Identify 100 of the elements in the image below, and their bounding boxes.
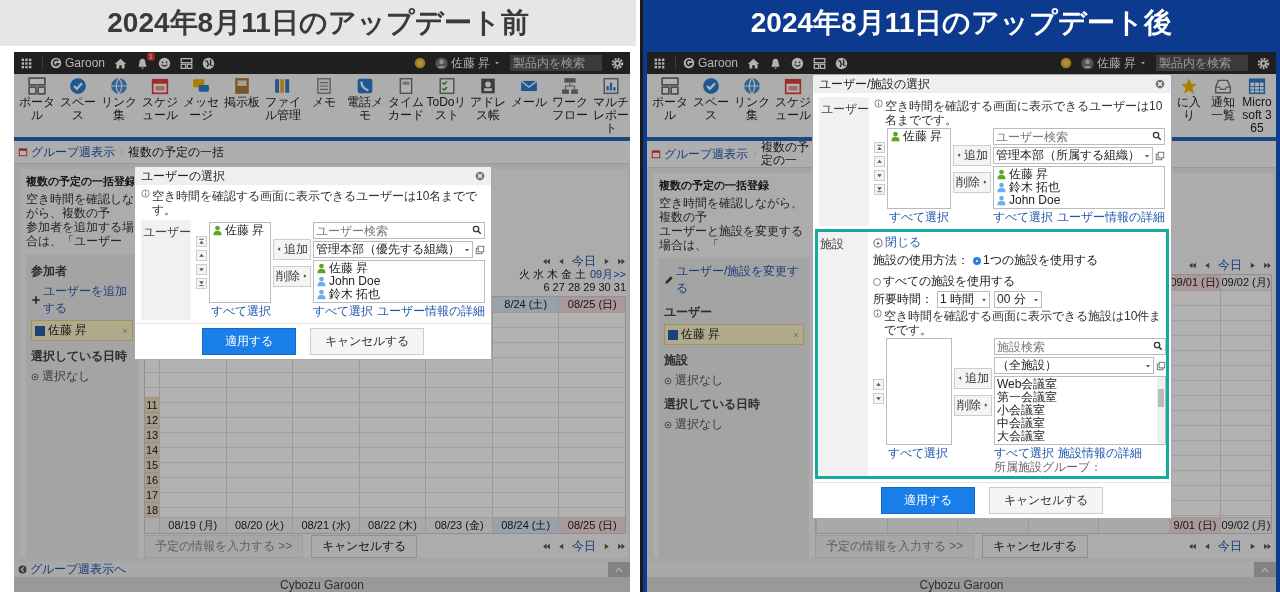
home-icon[interactable]: [114, 56, 128, 70]
select-all-link[interactable]: すべて選択: [211, 304, 271, 318]
globe-icon[interactable]: [835, 56, 849, 70]
list-item[interactable]: 第一会議室: [997, 391, 1155, 404]
app-link[interactable]: ワークフロー: [549, 77, 590, 122]
home-icon[interactable]: [747, 56, 761, 70]
app-link[interactable]: マルチレポート: [590, 77, 630, 135]
app-link[interactable]: スペース: [690, 77, 731, 122]
app-grid-icon[interactable]: [20, 56, 33, 70]
app-grid-icon[interactable]: [653, 56, 666, 70]
logo-link[interactable]: Garoon: [42, 56, 106, 70]
today-link[interactable]: 今日: [572, 537, 596, 555]
settings-icon[interactable]: [611, 56, 624, 70]
select-all-link[interactable]: すべて選択: [888, 446, 948, 460]
group-dropdown[interactable]: 管理本部（優先する組織）: [313, 241, 473, 258]
app-link[interactable]: スケジュール: [139, 77, 180, 122]
group-dropdown[interactable]: （全施設）: [994, 357, 1154, 374]
close-icon[interactable]: [475, 171, 485, 181]
list-item[interactable]: 大会議室: [997, 430, 1155, 443]
move-up-button[interactable]: [196, 250, 207, 261]
search-icon[interactable]: [1152, 131, 1162, 141]
list-item[interactable]: 佐藤 昇: [316, 262, 474, 275]
select-all-link[interactable]: すべて選択: [993, 210, 1053, 224]
collapse-link[interactable]: 閉じる: [873, 234, 1166, 251]
today-link[interactable]: 今日: [572, 252, 596, 270]
list-item[interactable]: 佐藤 昇: [890, 130, 948, 143]
app-link[interactable]: ToDoリスト: [426, 77, 467, 122]
app-link[interactable]: ポータル: [649, 77, 690, 122]
app-link[interactable]: メモ: [303, 77, 344, 109]
radio-button[interactable]: [973, 256, 981, 265]
search-field[interactable]: ユーザー検索: [993, 128, 1165, 145]
next-icon[interactable]: [602, 256, 611, 266]
globe-icon[interactable]: [202, 56, 216, 70]
search-icon[interactable]: [472, 225, 482, 235]
smiley-icon[interactable]: [791, 56, 805, 70]
coin-icon[interactable]: [1059, 57, 1072, 69]
app-link[interactable]: ポータル: [16, 77, 57, 122]
last-page-icon[interactable]: [617, 256, 626, 266]
search-field[interactable]: 製品内を検索: [510, 55, 602, 71]
select-all-link[interactable]: すべて選択: [313, 304, 373, 318]
group-dropdown[interactable]: 管理本部（所属する組織）: [993, 147, 1153, 164]
app-link[interactable]: リンク集: [731, 77, 772, 122]
next-icon[interactable]: [602, 541, 611, 551]
app-link[interactable]: 掲示板: [221, 77, 262, 109]
list-item[interactable]: 小会議室: [997, 404, 1155, 417]
user-menu[interactable]: 佐藤 昇: [434, 54, 501, 72]
today-link[interactable]: 今日: [1218, 537, 1242, 555]
apply-button[interactable]: 適用する: [202, 328, 296, 355]
previous-icon[interactable]: [557, 541, 566, 551]
app-link[interactable]: に入り: [1172, 77, 1206, 122]
first-page-icon[interactable]: [542, 541, 551, 551]
app-link[interactable]: リンク集: [98, 77, 139, 122]
list-item[interactable]: John Doe: [316, 275, 474, 288]
copy-icon[interactable]: [1156, 360, 1166, 371]
change-link[interactable]: ユーザー/施設を変更する: [664, 263, 804, 297]
app-link[interactable]: スペース: [57, 77, 98, 122]
add-button[interactable]: 追加: [954, 367, 992, 389]
cancel-button[interactable]: キャンセルする: [982, 534, 1089, 558]
list-item[interactable]: John Doe: [996, 194, 1154, 207]
previous-icon[interactable]: [1203, 260, 1212, 270]
list-item[interactable]: 佐藤 昇: [996, 168, 1154, 181]
cancel-button[interactable]: キャンセルする: [310, 328, 424, 355]
hour-dropdown[interactable]: 1 時間: [937, 291, 990, 308]
move-down-button[interactable]: [874, 170, 885, 181]
user-menu[interactable]: 佐藤 昇: [1080, 54, 1147, 72]
first-page-icon[interactable]: [1188, 260, 1197, 270]
app-link[interactable]: Microsoft 365: [1240, 77, 1274, 135]
today-link[interactable]: 今日: [1218, 256, 1242, 274]
breadcrumb-link[interactable]: グループ週表示: [31, 143, 115, 161]
first-page-icon[interactable]: [1188, 541, 1197, 551]
app-link[interactable]: 電話メモ: [344, 77, 385, 122]
copy-icon[interactable]: [1155, 150, 1165, 161]
move-bottom-button[interactable]: [874, 184, 885, 195]
logo-link[interactable]: Garoon: [675, 56, 739, 70]
app-link[interactable]: メール: [508, 77, 549, 109]
radio-option[interactable]: 1つの施設を使用する: [973, 252, 1098, 269]
app-link[interactable]: スケジュール: [772, 77, 813, 122]
select-all-link[interactable]: すべて選択: [994, 446, 1054, 460]
breadcrumb-link[interactable]: グループ週表示: [664, 145, 748, 163]
smiley-icon[interactable]: [158, 56, 172, 70]
move-top-button[interactable]: [196, 236, 207, 247]
last-page-icon[interactable]: [617, 541, 626, 551]
cancel-button[interactable]: キャンセルする: [989, 487, 1103, 514]
layout-icon[interactable]: [813, 56, 827, 70]
layout-icon[interactable]: [180, 56, 194, 70]
previous-icon[interactable]: [557, 256, 566, 266]
details-link[interactable]: ユーザー情報の詳細: [1057, 210, 1165, 224]
add-user-link[interactable]: ユーザーを追加する: [31, 283, 133, 317]
list-item[interactable]: Web会議室: [997, 378, 1155, 391]
details-link[interactable]: ユーザー情報の詳細: [377, 304, 485, 318]
move-up-button[interactable]: [873, 379, 884, 390]
details-link[interactable]: 施設情報の詳細: [1058, 446, 1142, 460]
copy-icon[interactable]: [475, 244, 485, 255]
checkbox[interactable]: [668, 329, 678, 340]
move-down-button[interactable]: [873, 393, 884, 404]
app-link[interactable]: ファイル管理: [262, 77, 303, 122]
remove-button[interactable]: 削除: [273, 265, 311, 287]
list-item[interactable]: 鈴木 拓也: [316, 288, 474, 301]
last-page-icon[interactable]: [1263, 260, 1272, 270]
move-bottom-button[interactable]: [196, 278, 207, 289]
